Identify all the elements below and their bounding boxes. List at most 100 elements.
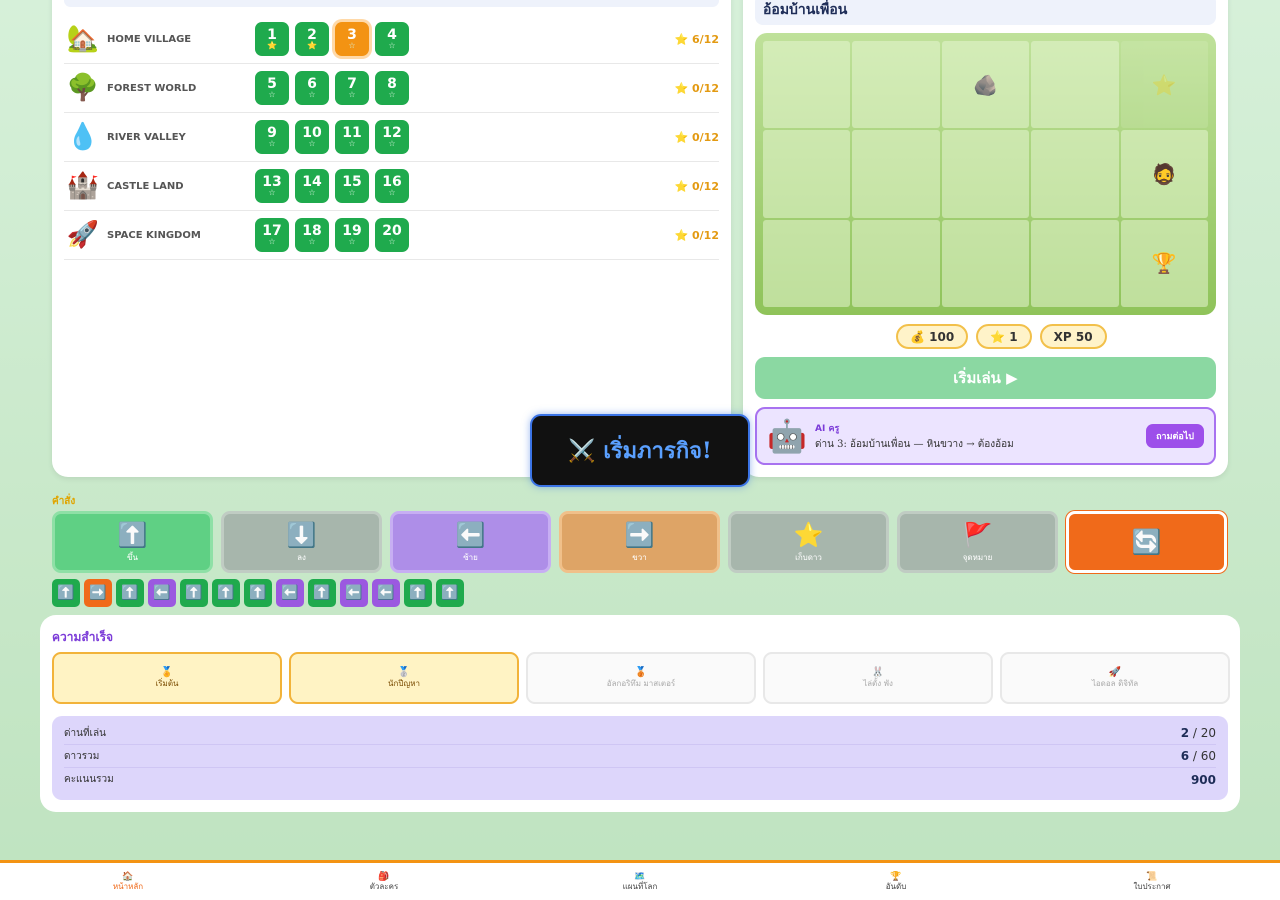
board-cell xyxy=(852,219,940,307)
level-button[interactable]: 6 ☆ xyxy=(295,71,329,105)
command-label: ขวา xyxy=(632,552,647,562)
level-button[interactable]: 12 ☆ xyxy=(375,120,409,154)
sequence-step[interactable]: ➡️ xyxy=(84,579,112,607)
level-number: 6 xyxy=(307,76,317,92)
command-label: เก็บดาว xyxy=(795,552,822,562)
level-number: 8 xyxy=(387,76,397,92)
level-button[interactable]: 9 ☆ xyxy=(255,120,289,154)
level-number: 9 xyxy=(267,125,277,141)
command-left-button[interactable]: ⬅️ ซ้าย xyxy=(390,511,551,573)
command-star-button[interactable]: ⭐ เก็บดาว xyxy=(728,511,889,573)
level-button[interactable]: 3 ☆ xyxy=(335,22,369,56)
command-up-button[interactable]: ⬆️ ขึ้น xyxy=(52,511,213,573)
achievements-panel: ความสำเร็จ 🏅 เริ่มต้น 🥈 นักปีญหา 🥉 อัลกอริทึม… xyxy=(40,615,1240,812)
ai-name: AI ครู xyxy=(815,423,840,434)
level-number: 16 xyxy=(382,174,402,190)
nav-label: ตัวละคร xyxy=(369,881,399,891)
sequence-step[interactable]: ⬆️ xyxy=(212,579,240,607)
level-button[interactable]: 13 ☆ xyxy=(255,169,289,203)
play-button[interactable]: เริ่มเล่น ▶ xyxy=(755,357,1216,399)
level-button[interactable]: 7 ☆ xyxy=(335,71,369,105)
sequence-step[interactable]: ⬆️ xyxy=(404,579,432,607)
commands-label: คำสั่ง xyxy=(52,496,76,507)
level-button[interactable]: 14 ☆ xyxy=(295,169,329,203)
achievements-title: ความสำเร็จ xyxy=(52,630,114,644)
level-button[interactable]: 11 ☆ xyxy=(335,120,369,154)
command-label: จุดหมาย xyxy=(962,552,993,562)
world-star-count: ⭐ 0/12 xyxy=(674,130,719,144)
level-button[interactable]: 17 ☆ xyxy=(255,218,289,252)
sequence-step[interactable]: ⬅️ xyxy=(276,579,304,607)
mission-start-toast: ⚔️ เริ่มภารกิจ! xyxy=(530,414,750,487)
world-levels-panel: 🏡 HOME VILLAGE 1 ⭐ 2 ⭐ 3 ☆ 4 ☆ ⭐ 6/12 🌳 FOREST WORLD… xyxy=(52,0,731,477)
nav-item[interactable]: 🏠 หน้าหลัก xyxy=(0,863,256,900)
world-row: 🏡 HOME VILLAGE 1 ⭐ 2 ⭐ 3 ☆ 4 ☆ ⭐ 6/12 xyxy=(64,15,719,64)
sequence-step[interactable]: ⬆️ xyxy=(180,579,208,607)
level-button[interactable]: 15 ☆ xyxy=(335,169,369,203)
sequence-step[interactable]: ⬆️ xyxy=(52,579,80,607)
level-button[interactable]: 19 ☆ xyxy=(335,218,369,252)
world-icon: 🌳 xyxy=(66,73,100,103)
stat-value: 6 / 60 xyxy=(1181,749,1216,763)
achievement-icon: 🥉 xyxy=(634,667,648,678)
sequence-step[interactable]: ⬆️ xyxy=(308,579,336,607)
nav-item[interactable]: 🏆 อันดับ xyxy=(768,863,1024,900)
level-button[interactable]: 10 ☆ xyxy=(295,120,329,154)
achievement-label: ไล่ตั้ง พัง xyxy=(863,679,893,688)
level-star-icon: ☆ xyxy=(348,188,356,197)
nav-icon: 🎒 xyxy=(378,871,390,882)
world-icon: 💧 xyxy=(66,122,100,152)
world-row: 🚀 SPACE KINGDOM 17 ☆ 18 ☆ 19 ☆ 20 ☆ ⭐ 0/12 xyxy=(64,211,719,260)
level-number: 14 xyxy=(302,174,322,190)
achievement-icon: 🏅 xyxy=(160,667,174,678)
ask-more-button[interactable]: ถามต่อไป xyxy=(1146,424,1204,448)
level-button[interactable]: 2 ⭐ xyxy=(295,22,329,56)
level-button[interactable]: 5 ☆ xyxy=(255,71,289,105)
sequence-step[interactable]: ⬆️ xyxy=(436,579,464,607)
level-star-icon: ☆ xyxy=(388,41,396,50)
board-cell xyxy=(941,130,1030,218)
nav-item[interactable]: 🗺️ แผนที่โลก xyxy=(512,863,768,900)
stars-reward: ⭐ 1 xyxy=(976,324,1032,349)
sequence-step[interactable]: ⬅️ xyxy=(148,579,176,607)
command-down-button[interactable]: ⬇️ ลง xyxy=(221,511,382,573)
command-label: ลง xyxy=(297,552,306,562)
level-button[interactable]: 4 ☆ xyxy=(375,22,409,56)
command-flag-button[interactable]: 🚩 จุดหมาย xyxy=(897,511,1058,573)
world-name: SPACE KINGDOM xyxy=(107,229,201,241)
nav-item[interactable]: 🎒 ตัวละคร xyxy=(256,863,512,900)
sequence-step[interactable]: ⬆️ xyxy=(244,579,272,607)
world-star-count: ⭐ 0/12 xyxy=(674,228,719,242)
command-reset-button[interactable]: 🔄 xyxy=(1066,511,1227,573)
achievement-badge: 🚀 ไอดอล ดิจิทัล xyxy=(1000,652,1230,704)
command-icon: 🔄 xyxy=(1131,528,1162,556)
stat-number: 900 xyxy=(1190,772,1216,787)
level-button[interactable]: 8 ☆ xyxy=(375,71,409,105)
level-button[interactable]: 1 ⭐ xyxy=(255,22,289,56)
command-icon: ⬅️ xyxy=(455,520,486,549)
board-cell xyxy=(941,219,1030,307)
command-right-button[interactable]: ➡️ ขวา xyxy=(559,511,720,573)
achievement-icon: 🥈 xyxy=(397,667,411,678)
achievement-icon: 🐰 xyxy=(871,667,885,678)
nav-label: แผนที่โลก xyxy=(622,881,658,891)
world-name: RIVER VALLEY xyxy=(107,131,186,143)
level-button[interactable]: 20 ☆ xyxy=(375,218,409,252)
sequence-step[interactable]: ⬆️ xyxy=(116,579,144,607)
achievement-label: อัลกอริทึม มาสเตอร์ xyxy=(606,679,676,688)
stat-label: ดาวรวม xyxy=(64,750,100,762)
level-star-icon: ☆ xyxy=(388,237,396,246)
level-button[interactable]: 18 ☆ xyxy=(295,218,329,252)
sequence-step[interactable]: ⬅️ xyxy=(372,579,400,607)
command-icon: ➡️ xyxy=(624,520,655,549)
level-button[interactable]: 16 ☆ xyxy=(375,169,409,203)
level-number: 7 xyxy=(347,76,357,92)
game-board: 🪨 ⭐ 🧔 🏆 xyxy=(755,33,1216,315)
sequence-step[interactable]: ⬅️ xyxy=(340,579,368,607)
level-number: 15 xyxy=(342,174,362,190)
world-icon: 🏰 xyxy=(66,171,100,201)
achievement-badge: 🐰 ไล่ตั้ง พัง xyxy=(763,652,993,704)
nav-item[interactable]: 📜 ใบประกาศ xyxy=(1024,863,1280,900)
level-number: 3 xyxy=(347,27,357,43)
world-name: FOREST WORLD xyxy=(107,82,197,94)
